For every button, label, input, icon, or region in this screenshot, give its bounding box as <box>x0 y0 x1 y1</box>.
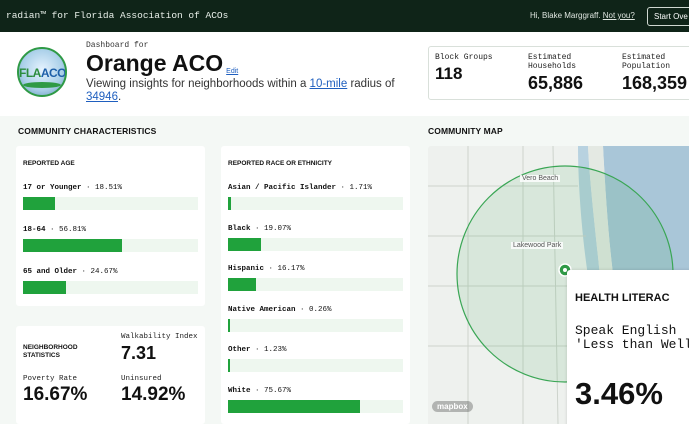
health-literacy-value: 3.46% <box>575 376 663 411</box>
stat-row: 65 and Older · 24.67% <box>23 268 198 294</box>
fla-acos-logo: FLAACOs <box>17 47 67 97</box>
stat-row: Native American · 0.26% <box>228 306 403 332</box>
start-over-button[interactable]: Start Ove <box>647 7 689 26</box>
stat-bar-fill <box>228 359 230 372</box>
reported-race-card: REPORTED RACE OR ETHNICITY Asian / Pacif… <box>221 146 410 424</box>
stat-bar-fill <box>23 239 122 252</box>
page-title: Orange ACO Edit <box>86 50 238 77</box>
community-characteristics-title: COMMUNITY CHARACTERISTICS <box>18 126 157 136</box>
top-bar: radian™ for Florida Association of ACOs … <box>0 0 689 32</box>
stat-bar-track <box>228 237 403 251</box>
stat-row: 17 or Younger · 18.51% <box>23 184 198 210</box>
mapbox-logo[interactable]: mapbox <box>432 401 473 412</box>
stat-row: Asian / Pacific Islander · 1.71% <box>228 184 403 210</box>
uninsured-stat: Uninsured 14.92% <box>121 375 186 405</box>
stat-bar-track <box>228 359 403 372</box>
stat-row-label: Other · 1.23% <box>228 346 287 354</box>
stat-row-label: White · 75.67% <box>228 386 292 395</box>
radius-link[interactable]: 10-mile <box>310 78 348 90</box>
community-map-title: COMMUNITY MAP <box>428 126 503 136</box>
stat-row-label: Hispanic · 16.17% <box>228 265 305 273</box>
stat-row-label: 65 and Older · 24.67% <box>23 268 118 276</box>
stat-row-label: 18-64 · 56.81% <box>23 226 87 234</box>
zip-link[interactable]: 34946 <box>86 91 118 103</box>
map-label-lakewood-park: Lakewood Park <box>511 242 564 249</box>
stat-bar-track <box>23 281 198 294</box>
stat-row: Black · 19.07% <box>228 225 403 251</box>
map-label-vero-beach: Vero Beach <box>520 175 561 182</box>
poverty-rate-stat: Poverty Rate 16.67% <box>23 375 88 405</box>
stat-row: Other · 1.23% <box>228 346 403 372</box>
neighborhood-statistics-card: NEIGHBORHOOD STATISTICS Walkability Inde… <box>16 326 205 424</box>
stat-row: White · 75.67% <box>228 387 403 413</box>
neighborhood-title: NEIGHBORHOOD STATISTICS <box>23 344 78 359</box>
stat-bar-track <box>228 278 403 291</box>
health-literacy-card: HEALTH LITERAC Speak English 'Less than … <box>567 270 689 424</box>
viewing-description: Viewing insights for neighborhoods withi… <box>86 78 395 103</box>
app-brand: radian™ for Florida Association of ACOs <box>6 10 229 21</box>
user-greeting: Hi, Blake Marggraff. Not you? <box>530 11 635 20</box>
stat-bar-fill <box>228 399 360 413</box>
stat-households: Estimated Households 65,886 <box>528 53 584 93</box>
stat-bar-track <box>228 318 403 332</box>
reported-age-card: REPORTED AGE 17 or Younger · 18.51% 18-64… <box>16 146 205 306</box>
not-you-link[interactable]: Not you? <box>603 11 635 20</box>
stat-row-label: Black · 19.07% <box>228 224 292 233</box>
stat-bar-track <box>228 197 403 210</box>
stat-row: 18-64 · 56.81% <box>23 226 198 252</box>
health-literacy-description: Speak English 'Less than Well' <box>575 323 689 352</box>
card-title: REPORTED AGE <box>23 160 75 167</box>
walkability-stat: Walkability Index 7.31 <box>121 333 198 363</box>
greeting-text: Hi, Blake Marggraff. <box>530 11 601 20</box>
dashboard-for-label: Dashboard for <box>86 41 149 50</box>
stat-row-label: 17 or Younger · 18.51% <box>23 184 123 192</box>
stat-bar-track <box>23 197 198 210</box>
card-title: REPORTED RACE OR ETHNICITY <box>228 160 333 167</box>
stat-bar-fill <box>23 281 66 294</box>
health-literacy-title: HEALTH LITERAC <box>575 292 670 304</box>
org-name: Orange ACO <box>86 50 224 76</box>
stat-bar-fill <box>228 278 256 291</box>
stat-row-label: Native American · 0.26% <box>228 305 332 314</box>
stat-population: Estimated Population 168,359 <box>622 53 688 93</box>
stat-bar-track <box>228 399 403 413</box>
stat-bar-fill <box>23 197 55 210</box>
stat-bar-fill <box>228 237 261 251</box>
stat-bar-fill <box>228 318 230 332</box>
stat-bar-fill <box>228 197 231 210</box>
stat-row-label: Asian / Pacific Islander · 1.71% <box>228 184 373 192</box>
stat-bar-track <box>23 239 198 252</box>
summary-stats-panel: Block Groups 118 Estimated Households 65… <box>428 46 689 100</box>
stat-row: Hispanic · 16.17% <box>228 265 403 291</box>
stat-block-groups: Block Groups 118 <box>435 53 493 83</box>
edit-link[interactable]: Edit <box>226 68 238 75</box>
